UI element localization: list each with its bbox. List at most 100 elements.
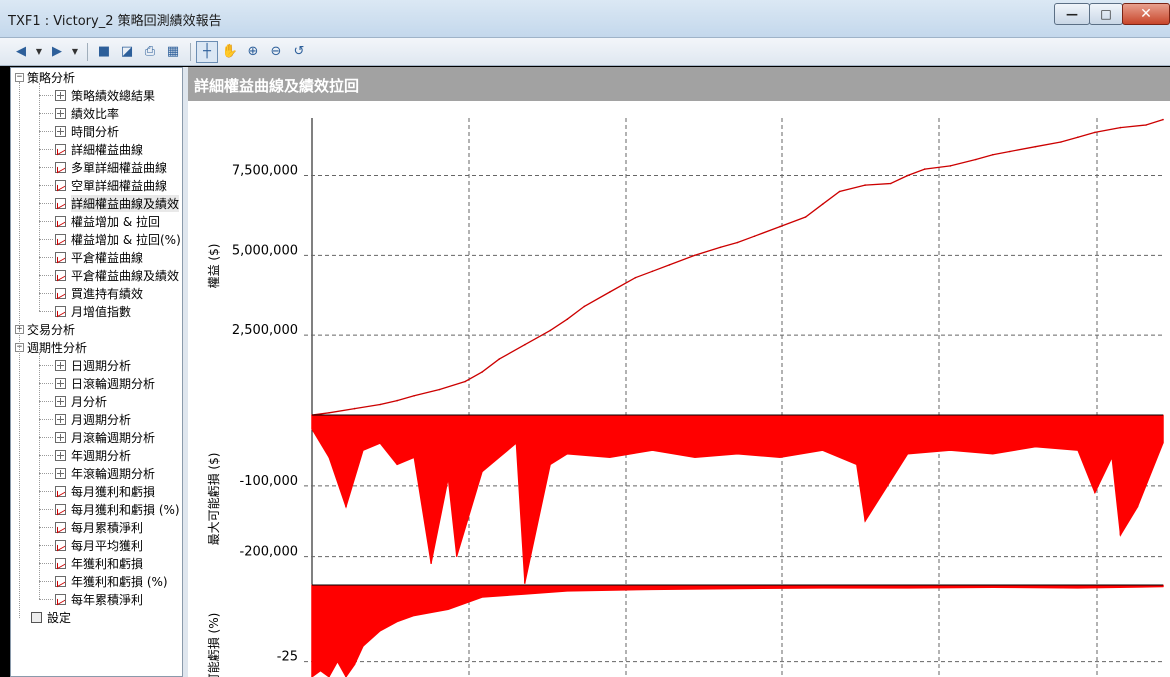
tree-item[interactable]: 月滾輪週期分析 <box>55 428 155 446</box>
tree-item-label: 權益增加 & 拉回 <box>71 214 160 229</box>
reset-zoom-icon[interactable]: ↺ <box>288 41 310 63</box>
equity-point <box>838 190 841 193</box>
chart-report-icon <box>55 161 66 173</box>
maximize-button[interactable]: □ <box>1089 3 1123 25</box>
save-icon[interactable]: ■ <box>93 41 115 63</box>
chart-report-icon <box>55 143 66 155</box>
tree-connector <box>39 365 53 366</box>
tree-item[interactable]: 每月累積淨利 <box>55 518 143 536</box>
zoom-in-icon[interactable]: ⊕ <box>242 41 264 63</box>
tree-item[interactable]: 月分析 <box>55 392 107 410</box>
zoom-out-icon[interactable]: ⊖ <box>265 41 287 63</box>
close-button[interactable]: ✕ <box>1122 3 1170 25</box>
tree-item-label: 年滾輪週期分析 <box>71 466 156 481</box>
equity-point <box>1162 118 1164 121</box>
y-tick-label: 2,500,000 <box>232 323 298 338</box>
equity-line <box>311 118 1164 416</box>
tree-item-label: 月分析 <box>71 394 108 409</box>
tree-item[interactable]: 績效比率 <box>55 104 119 122</box>
equity-point <box>889 182 892 185</box>
tree-item-label: 交易分析 <box>27 322 76 337</box>
equity-point <box>1009 150 1011 153</box>
tree-item-label: 平倉權益曲線 <box>71 250 144 265</box>
export-icon[interactable]: ◪ <box>116 41 138 63</box>
tree-item[interactable]: 空單詳細權益曲線 <box>55 176 167 194</box>
collapse-icon[interactable]: − <box>15 72 24 82</box>
tree-connector <box>39 545 53 546</box>
tree-item[interactable]: 詳細權益曲線及績效 <box>55 194 180 212</box>
report-tree: − 策略分析 策略績效總結果績效比率時間分析 詳細權益曲線多單詳細權益曲線 空單詳細權益… <box>10 67 183 677</box>
select-pointer-icon[interactable]: ┼ <box>196 40 218 63</box>
table-report-icon <box>55 125 66 137</box>
tree-connector <box>39 509 53 510</box>
tree-item[interactable]: 月週期分析 <box>55 410 131 428</box>
table-view-icon[interactable]: ▦ <box>162 41 184 63</box>
tree-item[interactable]: 平倉權益曲線及績效 <box>55 266 179 284</box>
toolbar-separator <box>190 42 191 61</box>
tree-group[interactable]: 設定 <box>31 608 71 626</box>
equity-point <box>753 235 756 237</box>
tree-item-label: 每月獲利和虧損 <box>71 484 156 499</box>
tree-item[interactable]: 時間分析 <box>55 122 119 140</box>
tree-connector <box>39 599 53 600</box>
tree-connector <box>39 95 53 96</box>
equity-point <box>736 241 739 244</box>
tree-item[interactable]: 權益增加 & 拉回 <box>55 212 160 230</box>
tree-item[interactable]: 每年累積淨利 <box>55 590 143 608</box>
back-icon[interactable]: ◀ <box>10 41 32 63</box>
tree-item[interactable]: 每月獲利和虧損 <box>55 482 155 500</box>
tree-item[interactable]: 年滾輪週期分析 <box>55 464 155 482</box>
tree-item-label: 多單詳細權益曲線 <box>71 160 168 175</box>
dropdown-arrow-icon[interactable]: ▼ <box>69 41 81 63</box>
chart-report-icon <box>55 593 66 605</box>
table-report-icon <box>55 431 66 443</box>
equity-point <box>949 165 952 167</box>
tree-item-label: 年獲利和虧損 <box>71 556 144 571</box>
tree-item[interactable]: 日週期分析 <box>55 356 131 374</box>
tree-connector <box>39 113 53 114</box>
tree-item[interactable]: 平倉權益曲線 <box>55 248 143 266</box>
tree-item[interactable]: 買進持有績效 <box>55 284 143 302</box>
equity-point <box>992 153 994 156</box>
tree-item-label: 每月累積淨利 <box>71 520 144 535</box>
tree-item-label: 每月平均獲利 <box>71 538 144 553</box>
equity-point <box>821 203 824 205</box>
y-tick-label: 7,500,000 <box>232 163 298 178</box>
tree-item[interactable]: 策略績效總結果 <box>55 86 155 104</box>
tree-item[interactable]: 權益增加 & 拉回(%) <box>55 230 181 248</box>
tree-connector <box>19 82 20 618</box>
print-icon[interactable]: ⎙ <box>139 41 161 63</box>
tree-connector <box>39 203 53 204</box>
tree-item[interactable]: 日滾輪週期分析 <box>55 374 155 392</box>
pan-hand-icon[interactable]: ✋ <box>219 41 241 63</box>
chart-report-icon <box>55 485 66 497</box>
tree-item[interactable]: 每月平均獲利 <box>55 536 143 554</box>
equity-point <box>634 276 637 279</box>
equity-point <box>583 305 586 308</box>
tree-item-label: 績效比率 <box>71 106 120 121</box>
tree-item[interactable]: 每月獲利和虧損 (%) <box>55 500 180 518</box>
tree-group[interactable]: − 策略分析 <box>15 68 75 86</box>
tree-item[interactable]: 月增值指數 <box>55 302 131 320</box>
tree-connector <box>39 527 53 528</box>
equity-drawdown-chart[interactable]: 7,500,000 5,000,000 2,500,000 權益 ($) -100,00… <box>188 101 1170 677</box>
table-report-icon <box>55 377 66 389</box>
table-report-icon <box>55 395 66 407</box>
tree-item[interactable]: 年週期分析 <box>55 446 131 464</box>
tree-group[interactable]: − 週期性分析 <box>15 338 87 356</box>
tree-item-label: 時間分析 <box>71 124 120 139</box>
equity-point <box>694 254 696 257</box>
panel-title: 詳細權益曲線及績效拉回 <box>188 67 1170 101</box>
tree-connector <box>39 383 53 384</box>
minimize-button[interactable]: — <box>1054 3 1090 25</box>
tree-item[interactable]: 年獲利和虧損 <box>55 554 143 572</box>
tree-item-label: 平倉權益曲線及績效 <box>71 268 180 283</box>
tree-item[interactable]: 詳細權益曲線 <box>55 140 143 158</box>
tree-group[interactable]: + 交易分析 <box>15 320 75 338</box>
tree-item[interactable]: 年獲利和虧損 (%) <box>55 572 168 590</box>
equity-point <box>566 318 569 320</box>
tree-item[interactable]: 多單詳細權益曲線 <box>55 158 167 176</box>
dropdown-arrow-icon[interactable]: ▼ <box>33 41 45 63</box>
tree-connector <box>39 455 53 456</box>
forward-icon[interactable]: ▶ <box>46 41 68 63</box>
